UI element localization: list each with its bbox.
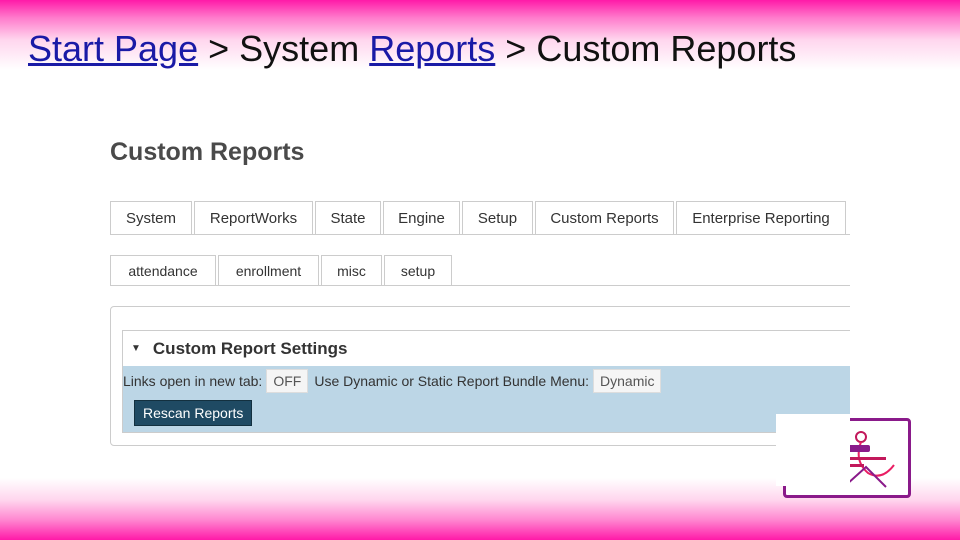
subtab-misc[interactable]: misc — [321, 255, 382, 285]
subtab-attendance[interactable]: attendance — [110, 255, 216, 285]
tab-engine[interactable]: Engine — [383, 201, 460, 234]
rescan-reports-button[interactable]: Rescan Reports — [134, 400, 253, 426]
links-label: Links open in new tab: — [123, 373, 263, 389]
breadcrumb-system: System — [239, 28, 360, 69]
breadcrumb-custom-reports: Custom Reports — [536, 28, 797, 69]
settings-panel: ▼ Custom Report Settings Links open in n… — [110, 306, 850, 446]
tab-reportworks[interactable]: ReportWorks — [194, 201, 313, 234]
tab-setup[interactable]: Setup — [462, 201, 533, 234]
subtab-setup[interactable]: setup — [384, 255, 452, 285]
tab-enterprise-reporting[interactable]: Enterprise Reporting — [676, 201, 846, 234]
breadcrumb-reports-link[interactable]: Reports — [369, 28, 495, 69]
settings-title: Custom Report Settings — [152, 338, 348, 358]
settings-row: Links open in new tab: OFF Use Dynamic o… — [123, 369, 667, 393]
caret-down-icon[interactable]: ▼ — [131, 343, 141, 354]
settings-body: Links open in new tab: OFF Use Dynamic o… — [123, 366, 850, 432]
tab-system[interactable]: System — [110, 201, 192, 234]
tab-state[interactable]: State — [315, 201, 381, 234]
top-tab-bar: System ReportWorks State Engine Setup Cu… — [110, 201, 850, 235]
breadcrumb-separator: > — [208, 28, 230, 69]
breadcrumb-separator: > — [505, 28, 527, 69]
subtab-enrollment[interactable]: enrollment — [218, 255, 319, 285]
custom-report-settings: ▼ Custom Report Settings Links open in n… — [122, 330, 850, 433]
bundle-select[interactable]: Dynamic — [593, 369, 662, 393]
links-toggle[interactable]: OFF — [266, 369, 309, 393]
breadcrumb-start-page-link[interactable]: Start Page — [28, 28, 198, 69]
settings-header[interactable]: ▼ Custom Report Settings — [123, 331, 850, 366]
sub-tab-bar: attendance enrollment misc setup — [110, 255, 850, 286]
tab-custom-reports[interactable]: Custom Reports — [535, 201, 674, 234]
logo-cover — [776, 414, 850, 486]
embedded-screenshot: Custom Reports System ReportWorks State … — [100, 130, 850, 460]
page-title: Custom Reports — [110, 138, 305, 166]
bundle-label: Use Dynamic or Static Report Bundle Menu… — [314, 373, 590, 389]
breadcrumb: Start Page > System Reports > Custom Rep… — [28, 28, 796, 70]
